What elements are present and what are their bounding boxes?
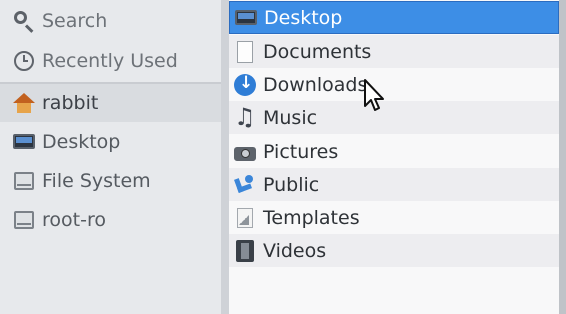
file-row-public[interactable]: Public	[229, 168, 559, 201]
file-row-music[interactable]: Music	[229, 101, 559, 134]
desktop-icon	[12, 130, 36, 154]
clock-icon	[12, 49, 36, 73]
downloads-icon	[233, 73, 257, 97]
sidebar-item-recently-used[interactable]: Recently Used	[0, 42, 221, 80]
sidebar-item-label: root-ro	[42, 209, 106, 231]
file-name: Templates	[263, 206, 360, 229]
home-folder-icon	[12, 91, 36, 115]
sidebar-item-label: File System	[42, 170, 151, 192]
sidebar-item-label: Recently Used	[42, 50, 178, 72]
sidebar-item-label: rabbit	[42, 92, 99, 114]
mouse-cursor-icon	[364, 79, 384, 111]
file-name: Desktop	[264, 6, 343, 29]
public-icon	[233, 173, 257, 197]
pane-splitter[interactable]	[221, 0, 229, 314]
file-row-videos[interactable]: Videos	[229, 234, 559, 267]
sidebar-item-rabbit[interactable]: rabbit	[0, 84, 221, 122]
sidebar-item-search[interactable]: Search	[0, 2, 221, 40]
file-row-downloads[interactable]: Downloads	[229, 68, 559, 101]
file-name: Pictures	[263, 140, 339, 163]
sidebar-item-file-system[interactable]: File System	[0, 162, 221, 200]
sidebar-item-label: Desktop	[42, 131, 121, 153]
search-icon	[12, 9, 36, 33]
drive-icon	[12, 208, 36, 232]
file-row-templates[interactable]: Templates	[229, 201, 559, 234]
file-name: Public	[263, 173, 320, 196]
sidebar-item-desktop[interactable]: Desktop	[0, 123, 221, 161]
places-sidebar: Search Recently Used rabbit Desktop File…	[0, 0, 222, 314]
file-list: Desktop Documents Downloads Music Pictur…	[229, 0, 559, 314]
pictures-icon	[233, 140, 257, 164]
desktop-icon	[234, 6, 258, 30]
file-name: Videos	[263, 239, 327, 262]
file-name: Documents	[263, 40, 372, 63]
file-name: Music	[263, 106, 318, 129]
sidebar-item-root-ro[interactable]: root-ro	[0, 201, 221, 239]
music-icon	[233, 103, 257, 131]
file-row-pictures[interactable]: Pictures	[229, 135, 559, 168]
file-name: Downloads	[263, 73, 368, 96]
templates-icon	[233, 206, 257, 230]
drive-icon	[12, 169, 36, 193]
file-row-documents[interactable]: Documents	[229, 35, 559, 68]
sidebar-item-label: Search	[42, 10, 108, 32]
documents-icon	[233, 40, 257, 64]
file-row-desktop[interactable]: Desktop	[229, 1, 559, 34]
videos-icon	[233, 239, 257, 263]
scrollbar[interactable]	[559, 0, 566, 314]
